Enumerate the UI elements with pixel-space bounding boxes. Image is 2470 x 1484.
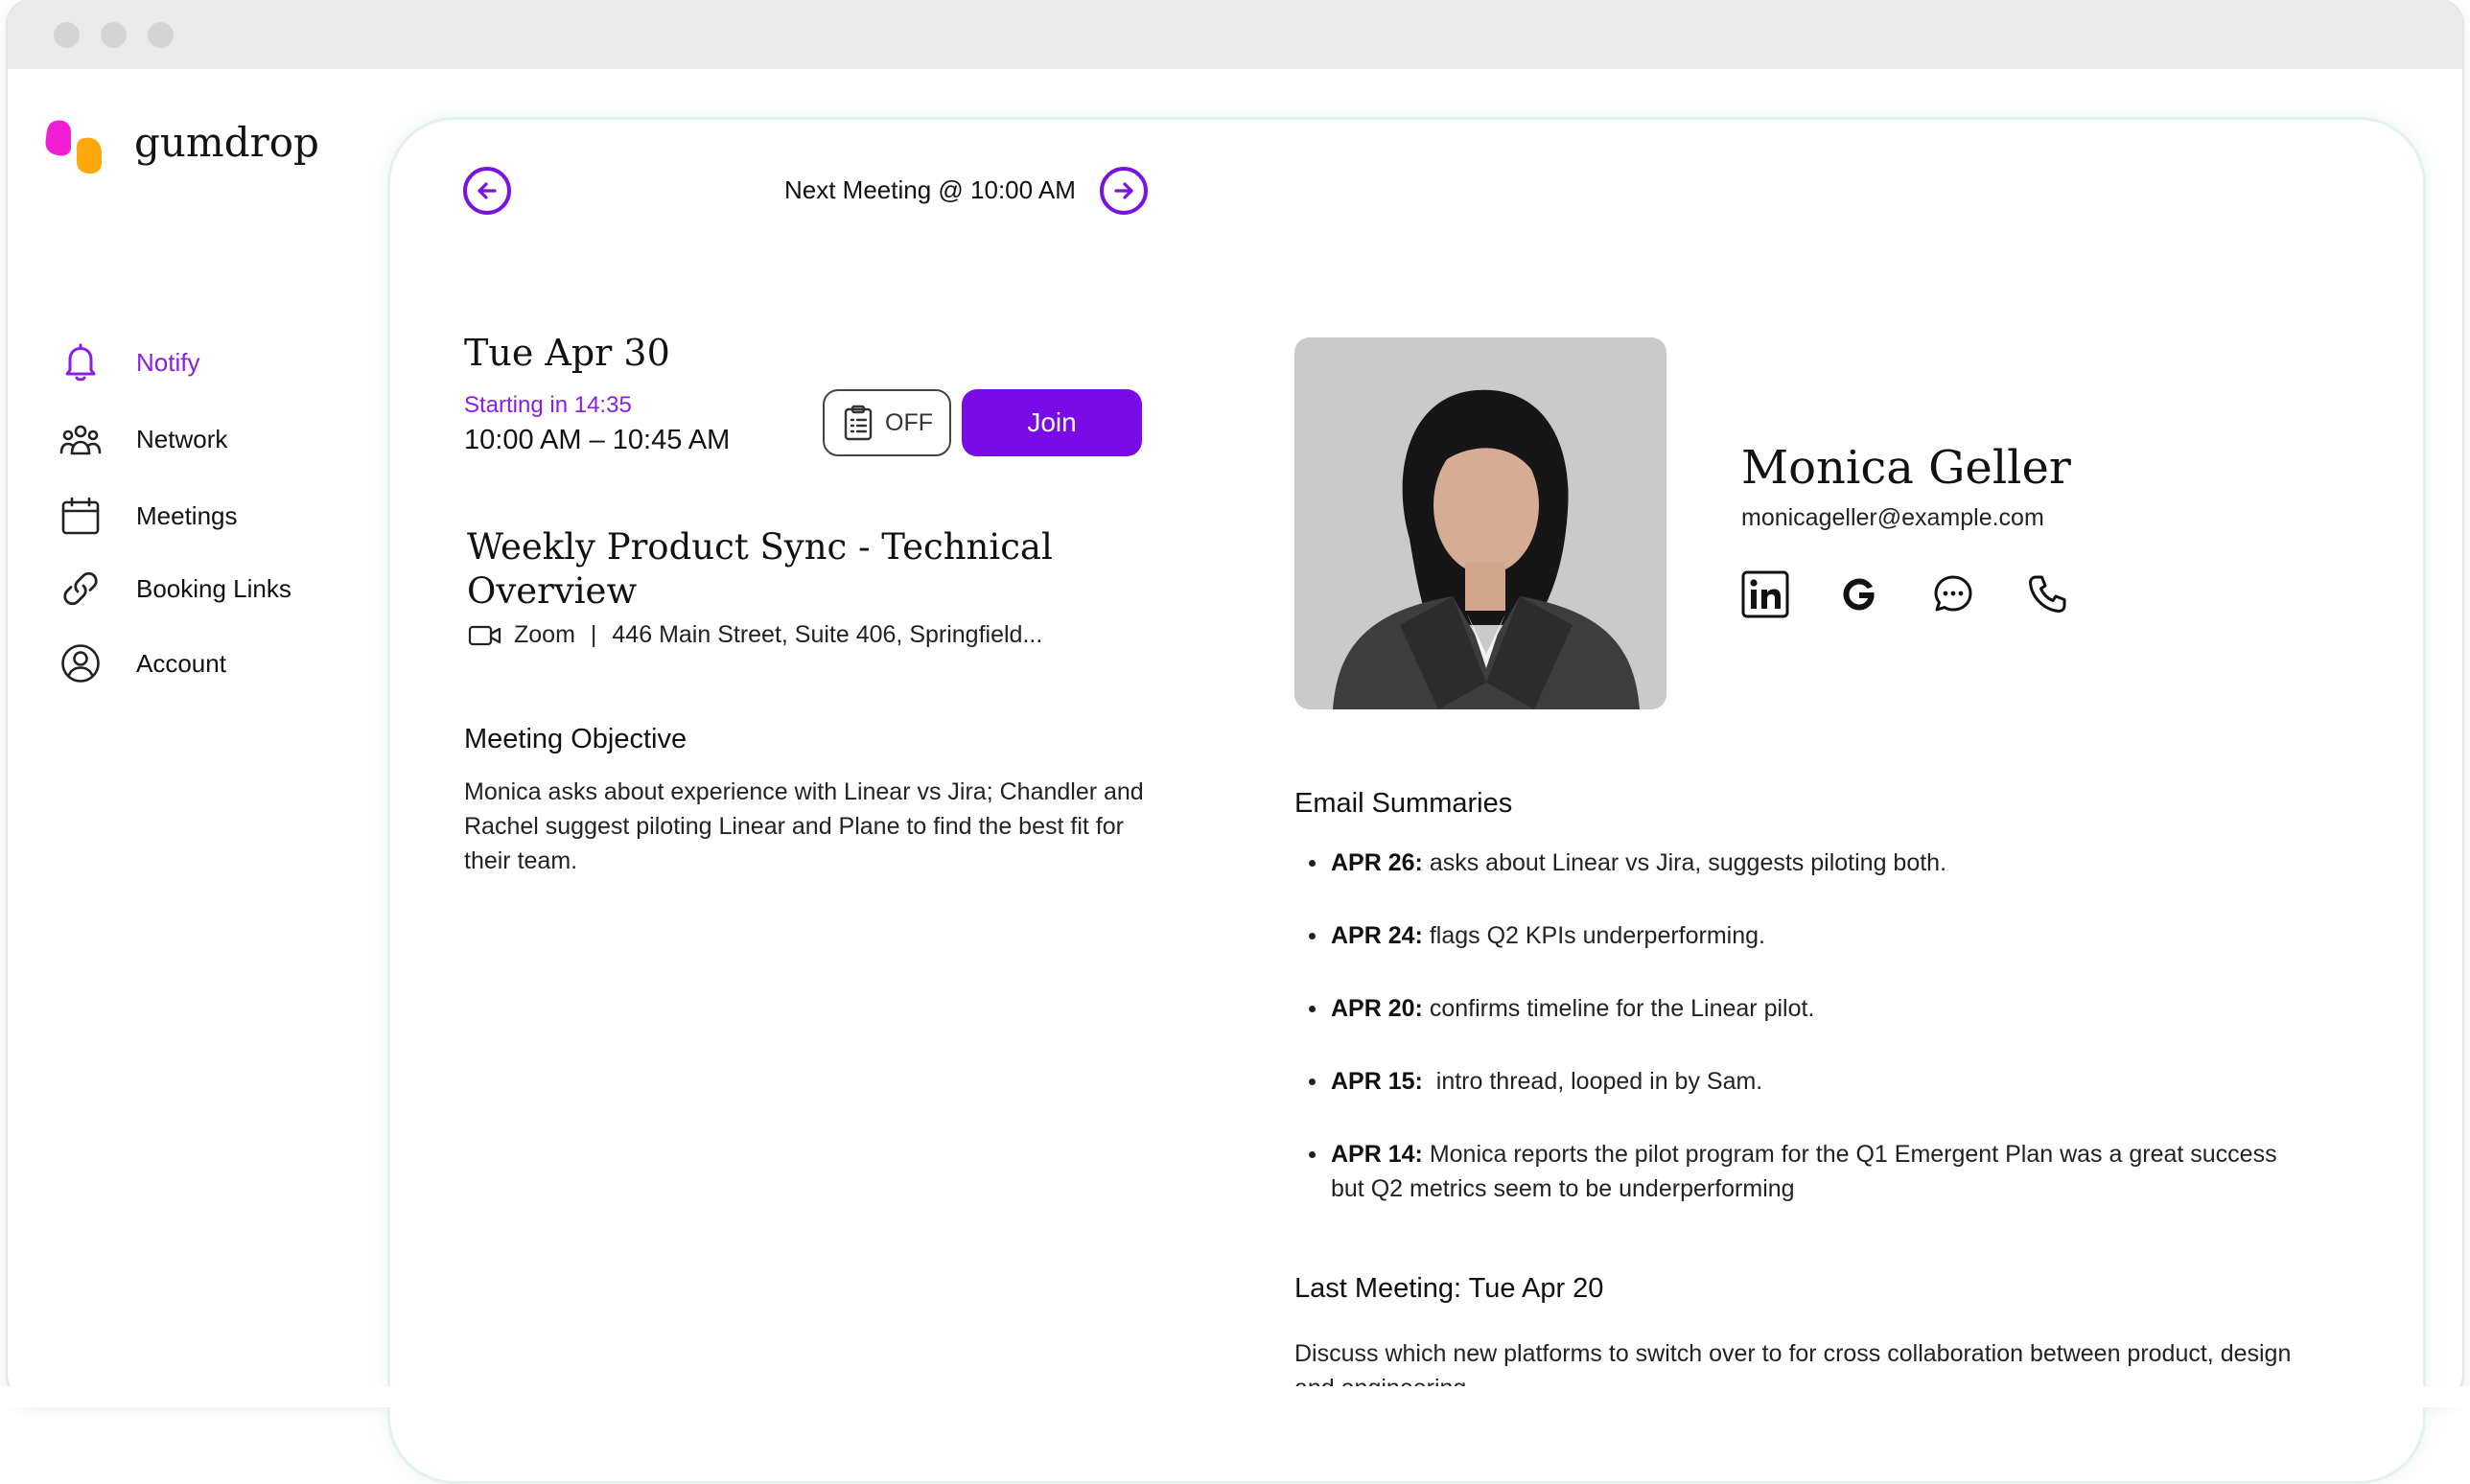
clipboard-icon [844, 405, 873, 441]
objective-text: Monica asks about experience with Linear… [464, 778, 1144, 874]
sidebar-item-account[interactable]: Account [56, 635, 226, 692]
sidebar-item-label: Meetings [136, 500, 238, 530]
summary-text: confirms timeline for the Linear pilot. [1422, 995, 1815, 1022]
window-titlebar [8, 0, 2462, 69]
sidebar-item-booking-links[interactable]: Booking Links [56, 560, 291, 617]
brand-name: gumdrop [134, 119, 319, 166]
link-icon [56, 564, 105, 614]
linkedin-icon [1741, 570, 1789, 618]
email-summaries-list: APR 26: asks about Linear vs Jira, sugge… [1309, 846, 2307, 1244]
notes-toggle-label: OFF [885, 408, 933, 436]
meeting-date: Tue Apr 30 [464, 332, 670, 374]
gumdrop-logo-icon [42, 119, 117, 176]
email-summaries-heading: Email Summaries [1294, 788, 1513, 819]
list-item: APR 26: asks about Linear vs Jira, sugge… [1309, 846, 2307, 880]
meeting-location: Zoom | 446 Main Street, Suite 406, Sprin… [468, 621, 1042, 649]
google-icon [1843, 578, 1875, 611]
window-bottom-edge [0, 1386, 2470, 1407]
meeting-platform: Zoom [514, 621, 575, 648]
calendar-icon [56, 491, 105, 541]
location-separator: | [590, 621, 597, 648]
summary-date: APR 14: [1331, 1141, 1423, 1168]
summary-text: flags Q2 KPIs underperforming. [1422, 922, 1765, 949]
sidebar-item-network[interactable]: Network [56, 410, 227, 468]
list-item: APR 24: flags Q2 KPIs underperforming. [1309, 918, 2307, 953]
next-meeting-button[interactable] [1100, 167, 1148, 215]
video-camera-icon [468, 625, 501, 645]
sidebar-item-meetings[interactable]: Meetings [56, 487, 238, 545]
contact-name: Monica Geller [1741, 441, 2071, 495]
google-button[interactable] [1832, 568, 1886, 621]
bell-icon [56, 337, 105, 387]
sidebar-item-label: Account [136, 648, 226, 678]
contact-photo [1294, 337, 1666, 709]
summary-text: intro thread, looped in by Sam. [1422, 1068, 1763, 1095]
list-item: APR 14: Monica reports the pilot program… [1309, 1137, 2307, 1206]
next-meeting-label: Next Meeting @ 10:00 AM [784, 175, 1076, 204]
summary-text: asks about Linear vs Jira, suggests pilo… [1422, 849, 1947, 876]
summary-date: APR 24: [1331, 922, 1423, 949]
summary-date: APR 15: [1331, 1068, 1423, 1095]
sidebar-item-label: Notify [136, 347, 200, 377]
window-dot-close[interactable] [54, 22, 80, 48]
previous-meeting-button[interactable] [463, 167, 511, 215]
join-button[interactable]: Join [962, 389, 1142, 456]
linkedin-button[interactable] [1738, 568, 1792, 621]
user-circle-icon [56, 638, 105, 688]
window-dot-maximize[interactable] [148, 22, 174, 48]
arrow-left-icon [478, 182, 497, 199]
last-meeting-heading: Last Meeting: Tue Apr 20 [1294, 1273, 1604, 1304]
notes-toggle[interactable]: OFF [823, 389, 951, 456]
chat-button[interactable] [1926, 568, 1980, 621]
summary-date: APR 26: [1331, 849, 1423, 876]
portrait-image [1294, 337, 1666, 709]
list-item: APR 20: confirms timeline for the Linear… [1309, 991, 2307, 1026]
chat-icon [1934, 575, 1972, 612]
summary-date: APR 20: [1331, 995, 1423, 1022]
meeting-address: 446 Main Street, Suite 406, Springfield.… [612, 621, 1043, 648]
sidebar-item-label: Booking Links [136, 573, 291, 603]
phone-icon [2029, 575, 2066, 613]
phone-button[interactable] [2020, 568, 2074, 621]
meeting-title: Weekly Product Sync - Technical Overview [467, 526, 1053, 612]
people-icon [56, 414, 105, 464]
starting-countdown: Starting in 14:35 [464, 392, 632, 418]
window-dot-minimize[interactable] [101, 22, 127, 48]
summary-text: Monica reports the pilot program for the… [1331, 1141, 2277, 1202]
list-item: APR 15: intro thread, looped in by Sam. [1309, 1064, 2307, 1099]
meeting-time-range: 10:00 AM – 10:45 AM [464, 425, 731, 455]
contact-email[interactable]: monicageller@example.com [1741, 504, 2044, 532]
sidebar-item-notify[interactable]: Notify [56, 334, 199, 391]
objective-heading: Meeting Objective [464, 724, 687, 754]
sidebar-item-label: Network [136, 424, 228, 453]
arrow-right-icon [1114, 182, 1133, 199]
